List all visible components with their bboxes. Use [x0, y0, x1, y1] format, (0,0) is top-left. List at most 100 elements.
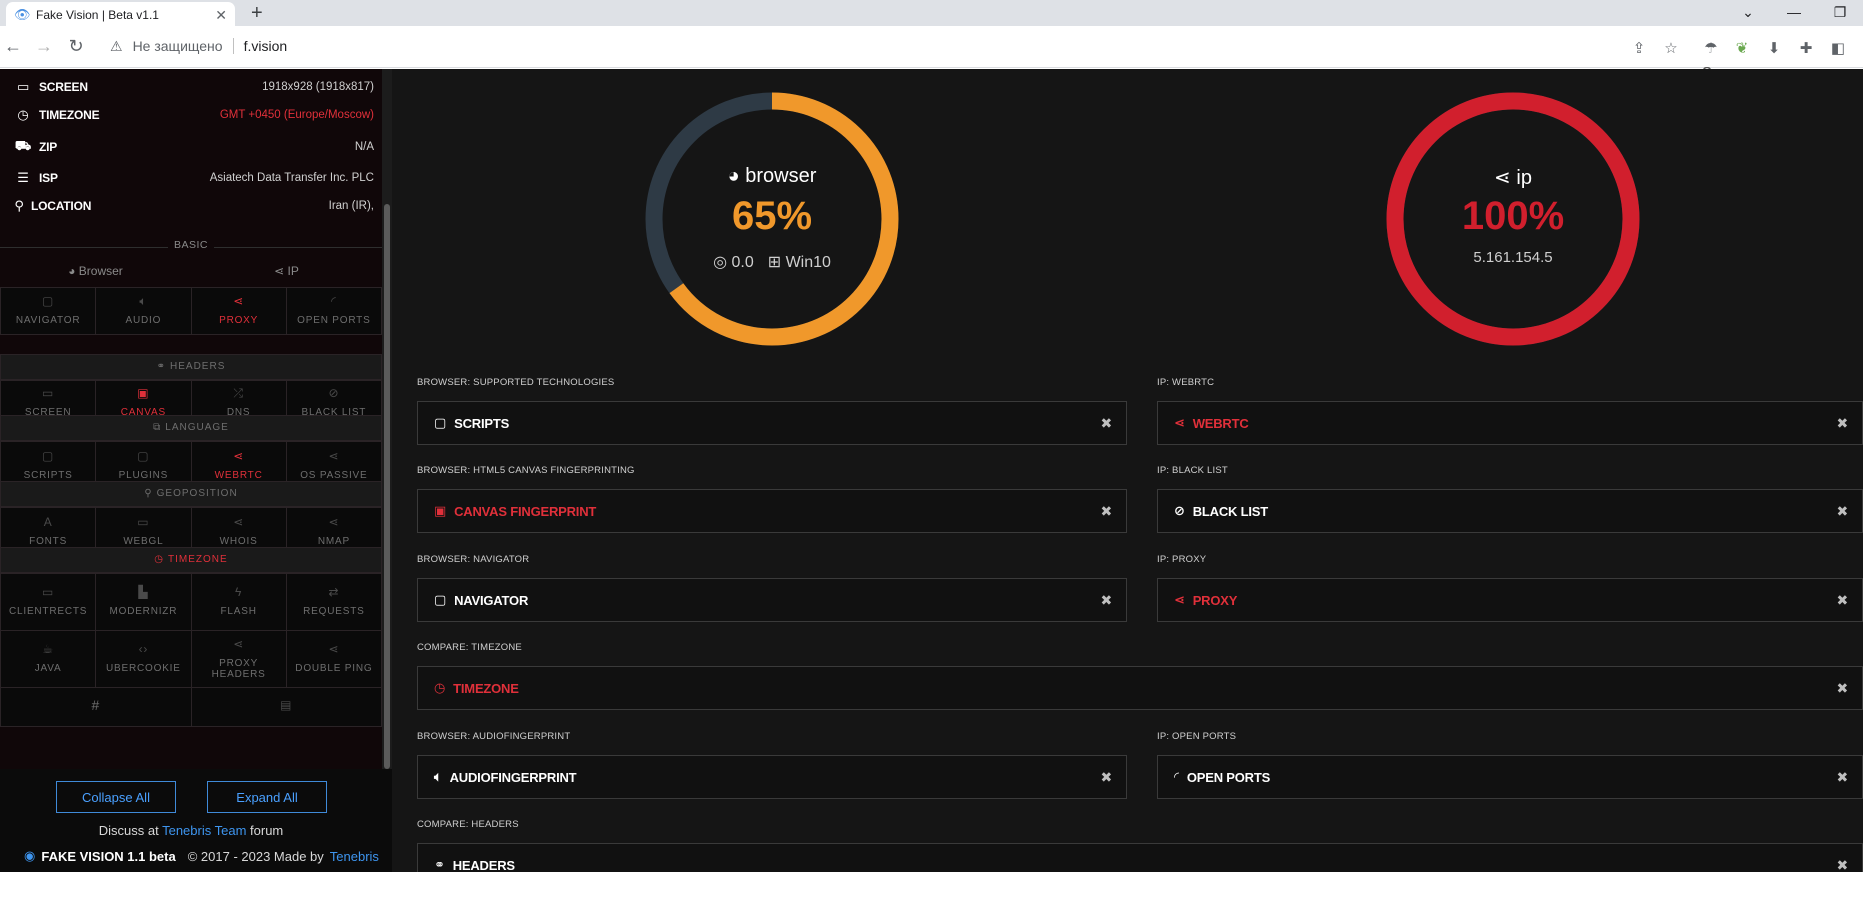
tenebris-team-link[interactable]: Tenebris Team: [162, 823, 246, 838]
card-canvas-fingerprint[interactable]: ▣ CANVAS FINGERPRINT ✖: [417, 489, 1127, 533]
browser-tab[interactable]: 👁︎ Fake Vision | Beta v1.1 ✕: [6, 2, 235, 28]
card-webrtc[interactable]: ⋖ WEBRTC ✖: [1157, 401, 1863, 445]
card-black-list[interactable]: ⊘ BLACK LIST ✖: [1157, 489, 1863, 533]
tab-strip: 👁︎ Fake Vision | Beta v1.1 ✕ + ⌄ — ❐: [0, 0, 1863, 28]
speaker-icon: 🔈︎: [434, 769, 442, 784]
test-ubercookie[interactable]: ‹› UBERCOOKIE: [96, 630, 192, 688]
collapse-all-button[interactable]: Collapse All: [56, 781, 176, 813]
sidebar-scrollbar[interactable]: [382, 69, 392, 769]
security-status[interactable]: Не защищено: [133, 38, 223, 54]
card-headers[interactable]: ⚭ HEADERS ✖: [417, 843, 1863, 872]
card-label: IP: PROXY: [1157, 554, 1207, 565]
rss-icon: ◜: [331, 294, 337, 308]
test-modernizr[interactable]: ▙ MODERNIZR: [96, 573, 192, 631]
close-icon[interactable]: ✖: [1100, 503, 1112, 520]
test-double-ping[interactable]: ⋖ DOUBLE PING: [286, 630, 382, 688]
leaf-extension-icon[interactable]: ❦: [1733, 39, 1751, 57]
link-icon: ⚭: [434, 857, 445, 872]
card-proxy[interactable]: ⋖ PROXY ✖: [1157, 578, 1863, 622]
scrollbar-thumb[interactable]: [384, 204, 390, 769]
info-value: Asiatech Data Transfer Inc. PLC: [209, 172, 374, 184]
section-timezone[interactable]: ◷ TIMEZONE: [0, 547, 382, 573]
url-text[interactable]: f.vision: [244, 38, 288, 54]
window-bottom: [0, 872, 1863, 917]
close-icon[interactable]: ✖: [1836, 680, 1848, 697]
forward-icon[interactable]: →: [33, 35, 55, 57]
test-java[interactable]: ☕︎ JAVA: [0, 630, 97, 688]
discuss-text: Discuss at Tenebris Team forum: [98, 823, 284, 838]
card-label: COMPARE: HEADERS: [417, 819, 519, 830]
reload-icon[interactable]: ↻: [65, 35, 87, 57]
image-icon: ▣: [434, 503, 447, 518]
test-flash[interactable]: ϟ FLASH: [191, 573, 287, 631]
test-navigator[interactable]: ▢ NAVIGATOR: [0, 287, 97, 335]
section-headers[interactable]: ⚭ HEADERS: [0, 354, 382, 380]
test-proxy-headers[interactable]: ⋖ PROXY HEADERS: [191, 630, 287, 688]
test-audio[interactable]: 🔈︎ AUDIO: [96, 287, 192, 335]
sidebar-scroll-area[interactable]: ▭ SCREEN 1918x928 (1918x817) ◷ TIMEZONE GM…: [0, 69, 382, 769]
tenebris-link[interactable]: Tenebris: [330, 849, 379, 864]
ip-address: 5.161.154.5: [1473, 249, 1553, 266]
briefcase-icon: ▤: [280, 698, 293, 712]
card-scripts[interactable]: ▢ SCRIPTS ✖: [417, 401, 1127, 445]
info-row-location: ⚲ LOCATION Iran (IR),: [0, 193, 382, 219]
test-requests[interactable]: ⇄ REQUESTS: [286, 573, 382, 631]
card-audiofingerprint[interactable]: 🔈︎ AUDIOFINGERPRINT ✖: [417, 755, 1127, 799]
puzzle-extensions-icon[interactable]: ✚: [1797, 39, 1815, 57]
tab-search-icon[interactable]: ⌄: [1725, 0, 1771, 26]
link-icon: ⚭: [156, 361, 167, 372]
close-icon[interactable]: ✖: [1836, 769, 1848, 786]
card-open-ports[interactable]: ◜ OPEN PORTS ✖: [1157, 755, 1863, 799]
test-open-ports[interactable]: ◜ OPEN PORTS: [286, 287, 382, 335]
card-label: IP: OPEN PORTS: [1157, 731, 1237, 742]
close-icon[interactable]: ✖: [1100, 415, 1112, 432]
test-proxy[interactable]: ⋖ PROXY: [191, 287, 287, 335]
monitor-icon: ▭: [42, 386, 55, 400]
card-label: BROWSER: NAVIGATOR: [417, 554, 530, 565]
close-icon[interactable]: ✖: [1836, 592, 1848, 609]
share-nodes-icon: ⋖: [233, 449, 245, 463]
share-nodes-icon: ⋖: [1174, 592, 1185, 607]
omnibox[interactable]: ⚠ Не защищено f.vision: [100, 31, 1660, 61]
test-grid-row: ☕︎ JAVA ‹› UBERCOOKIE ⋖ PROXY HEADERS ⋖ DOUB…: [0, 630, 382, 688]
new-tab-button[interactable]: +: [251, 2, 263, 25]
card-label: IP: WEBRTC: [1157, 377, 1215, 388]
download-icon[interactable]: ⬇: [1765, 39, 1783, 57]
file-icon: ▢: [137, 449, 150, 463]
share-nodes-icon: ⋖: [233, 636, 245, 651]
restore-icon[interactable]: ❐: [1817, 0, 1863, 26]
test-grid-row: # ▤: [0, 687, 382, 727]
basic-tab-ip[interactable]: ⋖ IP: [191, 259, 382, 283]
share-nodes-icon: ⋖: [233, 515, 245, 529]
file-icon: ▢: [434, 415, 447, 430]
close-icon[interactable]: ✖: [1836, 503, 1848, 520]
section-language[interactable]: ⧉ LANGUAGE: [0, 415, 382, 441]
bookmark-star-icon[interactable]: ☆: [1662, 39, 1680, 57]
font-icon: A: [43, 515, 53, 529]
minimize-icon[interactable]: —: [1771, 0, 1817, 26]
basic-tabs: ◕ Browser ⋖ IP: [0, 259, 382, 283]
ip-score-donut: ⋖ ip 100% 5.161.154.5: [1381, 87, 1645, 351]
close-icon[interactable]: ✖: [1836, 857, 1848, 873]
section-geoposition[interactable]: ⚲ GEOPOSITION: [0, 481, 382, 507]
expand-all-button[interactable]: Expand All: [207, 781, 327, 813]
side-panel-icon[interactable]: ◧: [1829, 39, 1847, 57]
test-briefcase[interactable]: ▤: [191, 687, 382, 727]
test-clientrects[interactable]: ▭ CLIENTRECTS: [0, 573, 97, 631]
server-icon: ☰: [17, 170, 29, 185]
close-icon[interactable]: ✖: [1100, 769, 1112, 786]
card-timezone[interactable]: ◷ TIMEZONE ✖: [417, 666, 1863, 710]
info-row-zip: ⛟ ZIP N/A: [0, 134, 382, 160]
card-navigator[interactable]: ▢ NAVIGATOR ✖: [417, 578, 1127, 622]
close-tab-icon[interactable]: ✕: [215, 7, 227, 24]
bolt-icon: ϟ: [235, 585, 243, 599]
test-hash[interactable]: #: [0, 687, 192, 727]
close-icon[interactable]: ✖: [1100, 592, 1112, 609]
share-icon[interactable]: ⇪: [1630, 39, 1648, 57]
basic-tab-browser[interactable]: ◕ Browser: [0, 259, 191, 283]
back-icon[interactable]: ←: [2, 35, 24, 57]
card-label: BROWSER: SUPPORTED TECHNOLOGIES: [417, 377, 615, 388]
close-icon[interactable]: ✖: [1836, 415, 1848, 432]
info-row-screen: ▭ SCREEN 1918x928 (1918x817): [0, 74, 382, 100]
ban-icon: ⊘: [1174, 503, 1185, 518]
